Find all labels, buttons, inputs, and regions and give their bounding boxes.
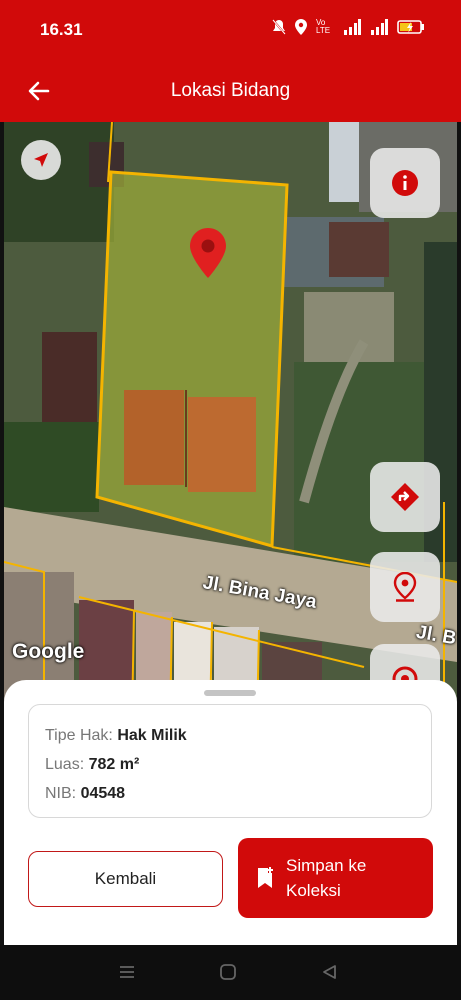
home-button[interactable] [215,959,241,985]
compass-button[interactable] [21,140,61,180]
area-row: Luas: 782 m² [45,750,415,779]
google-attribution: Google [12,640,85,663]
area-value: 782 m² [88,756,140,773]
area-label: Luas: [45,756,85,773]
recent-apps-button[interactable] [114,959,140,985]
page-title: Lokasi Bidang [170,80,291,101]
bottom-sheet: Tipe Hak: Hak Milik Luas: 782 m² NIB: 04… [4,680,457,945]
triangle-back-icon [323,965,336,979]
drag-handle[interactable] [204,690,256,696]
menu-icon [120,966,134,978]
save-to-collection-button[interactable]: Simpan ke Koleksi [238,838,433,918]
parcel-info-card: Tipe Hak: Hak Milik Luas: 782 m² NIB: 04… [28,704,432,818]
volte-label: Vo LTE [316,18,331,35]
signal-icon-2 [370,19,388,35]
system-back-button[interactable] [316,959,342,985]
rights-type-row: Tipe Hak: Hak Milik [45,721,415,750]
nib-label: NIB: [45,785,77,802]
directions-icon [391,483,419,511]
battery-icon [397,19,425,35]
back-action-label: Kembali [94,869,157,888]
home-icon [220,964,236,980]
nib-row: NIB: 04548 [45,779,415,808]
location-pin-icon [190,228,226,283]
save-to-collection-label: Simpan ke Koleksi [286,856,367,900]
status-bar: 16.31 Vo LTE [0,0,461,60]
mute-icon [272,19,286,35]
map-view[interactable]: Jl. Bina Jaya Jl. B Google [4,122,457,722]
bookmark-add-icon [258,867,273,888]
status-icons: Vo LTE [272,19,425,35]
signal-icon [343,19,361,35]
rights-type-label: Tipe Hak: [45,727,113,744]
my-location-button[interactable] [370,552,440,622]
info-button[interactable] [370,148,440,218]
app-bar: Lokasi Bidang [0,60,461,122]
back-action-button[interactable]: Kembali [28,851,223,907]
map-marker-icon [393,572,417,602]
rights-type-value: Hak Milik [117,727,187,744]
info-icon [392,170,418,196]
directions-button[interactable] [370,462,440,532]
status-time: 16.31 [40,20,83,39]
nib-value: 04548 [80,785,126,802]
location-icon [295,19,307,35]
system-nav-bar [0,945,461,1000]
compass-icon [34,153,48,167]
